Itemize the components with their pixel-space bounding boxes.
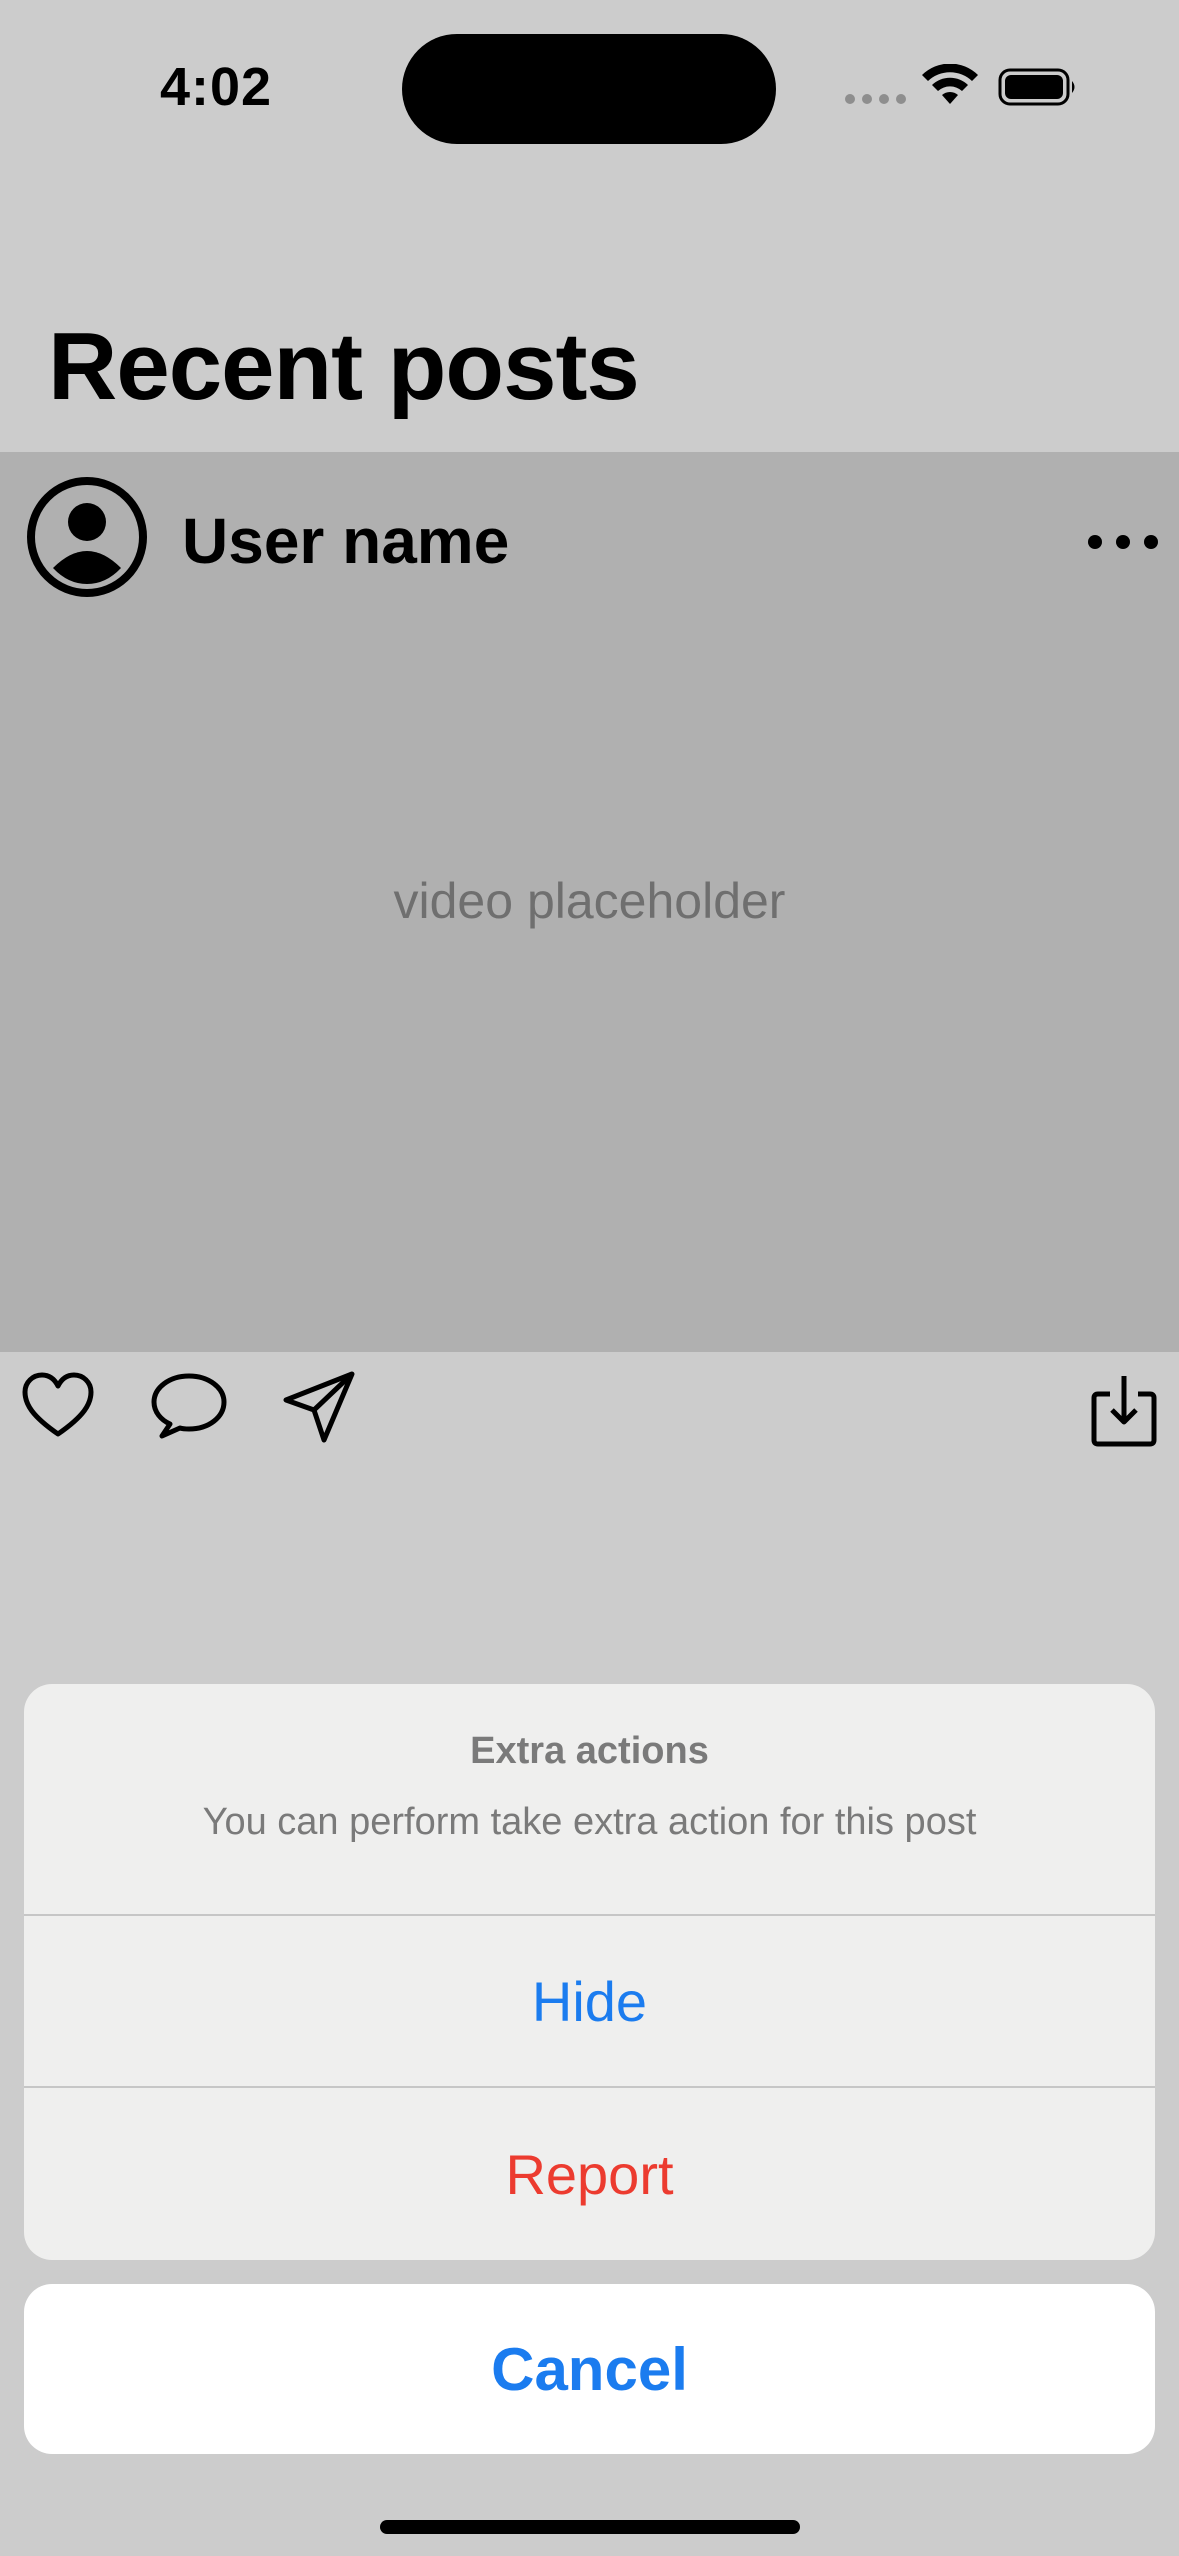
comment-icon[interactable] [150, 1372, 228, 1440]
hide-button[interactable]: Hide [24, 1916, 1155, 2088]
report-button[interactable]: Report [24, 2088, 1155, 2260]
video-placeholder[interactable]: video placeholder [0, 872, 1179, 930]
post-card: User name video placeholder [0, 452, 1179, 1352]
screen: 4:02 Recent posts User name video placeh… [0, 0, 1179, 2556]
page-title: Recent posts [48, 313, 640, 420]
action-sheet: Extra actions You can perform take extra… [24, 1684, 1155, 2260]
avatar-icon[interactable] [26, 476, 148, 598]
user-name[interactable]: User name [182, 504, 509, 578]
wifi-icon [922, 64, 978, 104]
more-icon[interactable] [1088, 532, 1158, 552]
action-sheet-title: Extra actions [470, 1730, 709, 1772]
action-sheet-header: Extra actions You can perform take extra… [24, 1684, 1155, 1916]
action-sheet-message: You can perform take extra action for th… [202, 1801, 977, 1843]
cancel-button[interactable]: Cancel [24, 2284, 1155, 2454]
status-time: 4:02 [160, 57, 273, 117]
download-icon[interactable] [1090, 1372, 1158, 1448]
signal-icon [845, 94, 906, 104]
home-indicator[interactable] [380, 2520, 800, 2534]
dynamic-island [402, 34, 776, 144]
battery-icon [998, 68, 1075, 106]
share-icon[interactable] [282, 1370, 356, 1444]
heart-icon[interactable] [22, 1372, 94, 1438]
